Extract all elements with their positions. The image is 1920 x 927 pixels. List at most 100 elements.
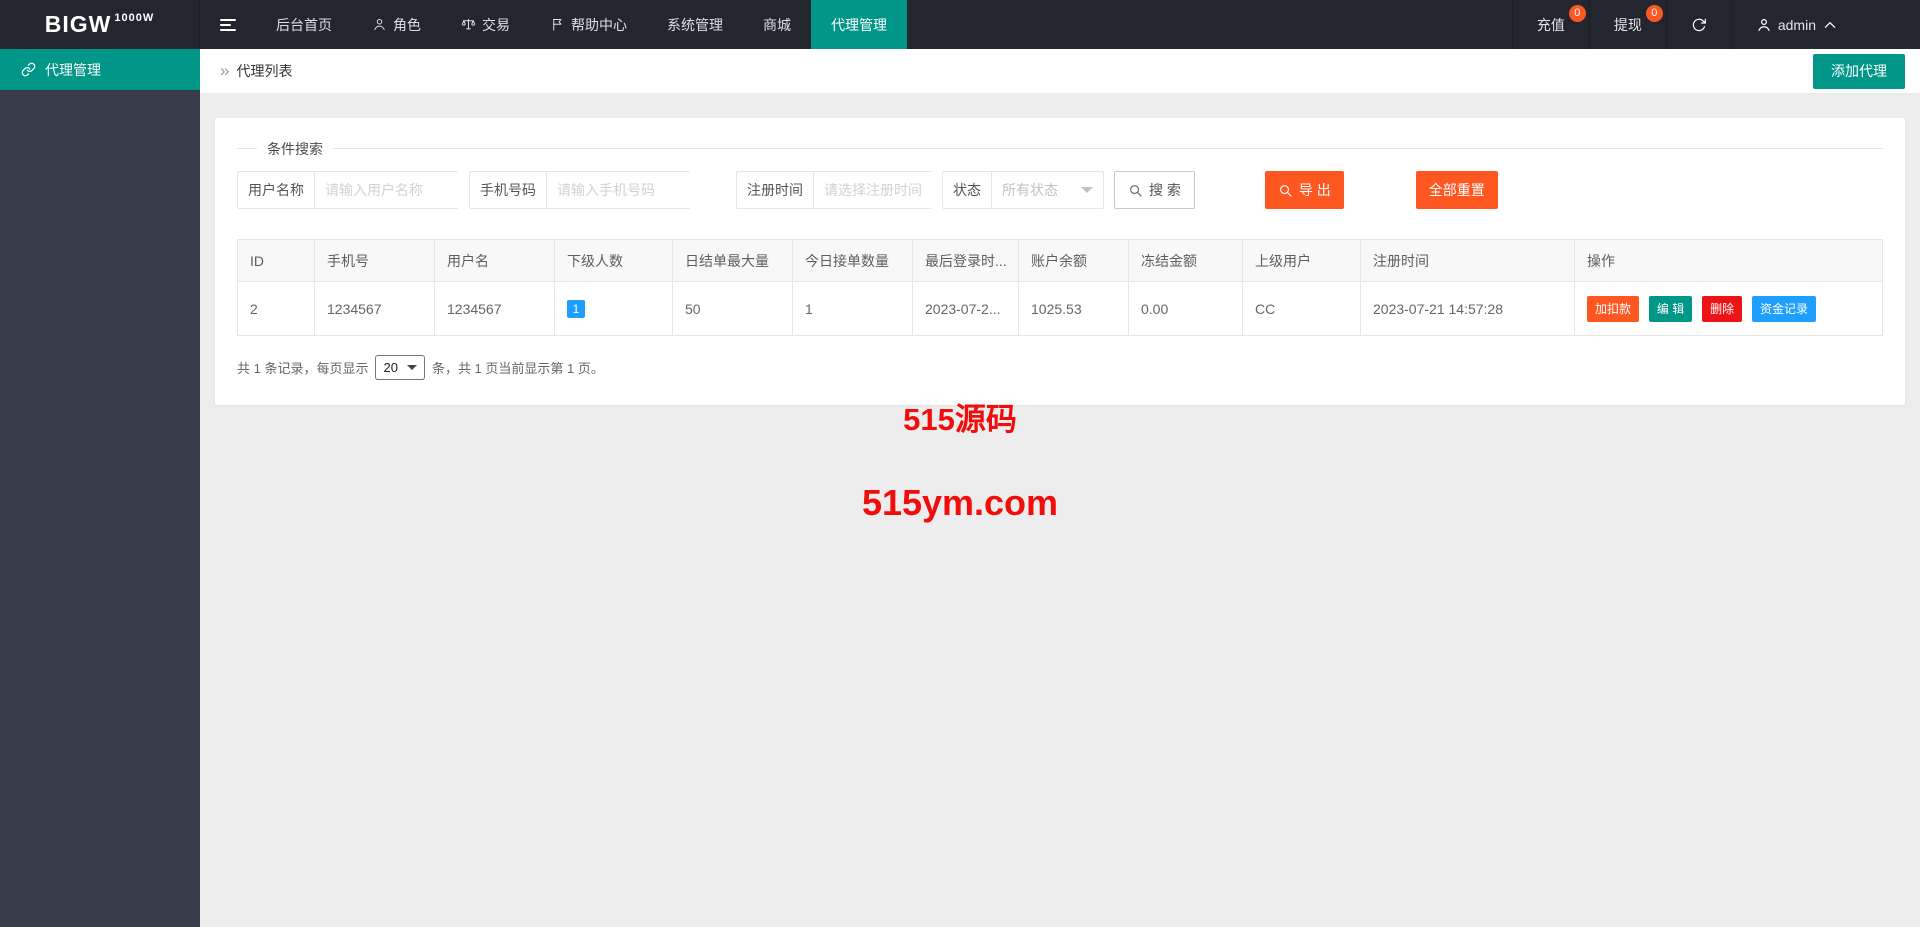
register-time-field-group: 注册时间 [736,171,932,209]
watermark-line2: 515ym.com [861,482,1059,523]
watermark-line1: 515源码 [903,402,1017,437]
withdraw-button[interactable]: 提现 0 [1588,0,1666,49]
sidebar-item-agent-management[interactable]: 代理管理 [0,49,200,90]
hamburger-icon [220,18,236,31]
chevron-down-icon [1081,187,1093,199]
username-input[interactable] [315,172,459,208]
recharge-button[interactable]: 充值 0 [1511,0,1589,49]
cell-daily-max: 50 [672,281,793,336]
export-button[interactable]: 导 出 [1264,171,1344,209]
brand-name: BIGW [44,11,112,37]
cell-frozen: 0.00 [1128,281,1243,336]
col-last-login: 最后登录时... [912,239,1019,282]
username: admin [1777,16,1816,33]
pagination-suffix: 条，共 1 页当前显示第 1 页。 [431,361,604,376]
cell-phone: 1234567 [314,281,435,336]
recharge-badge: 0 [1568,5,1586,22]
nav-item-agent-management[interactable]: 代理管理 [811,0,907,49]
username-field-group: 用户名称 [237,171,459,209]
user-menu[interactable]: admin [1730,0,1862,49]
register-time-field-label: 注册时间 [737,172,814,208]
flag-icon [553,18,562,31]
sidebar-collapse-button[interactable] [200,0,256,49]
row-action-fund-records-button[interactable]: 资金记录 [1752,295,1817,322]
row-action-delete-button[interactable]: 删除 [1702,295,1743,322]
subordinates-count-badge[interactable]: 1 [567,299,585,318]
page-size-select[interactable]: 20 [375,355,425,380]
phone-input[interactable] [547,172,691,208]
reset-button-label: 全部重置 [1428,182,1485,198]
nav-item-dashboard[interactable]: 后台首页 [256,0,352,49]
table-header-row: ID 手机号 用户名 下级人数 日结单最大量 今日接单数量 最后登录时... 账… [237,239,1883,282]
col-balance: 账户余额 [1018,239,1129,282]
cell-subordinates: 1 [554,281,673,336]
search-button-label: 搜 索 [1149,182,1181,198]
user-icon [1758,18,1770,31]
add-agent-button[interactable]: 添加代理 [1813,53,1905,89]
phone-field-label: 手机号码 [470,172,547,208]
nav-item-mall[interactable]: 商城 [743,0,811,49]
status-field-label: 状态 [943,172,992,208]
refresh-button[interactable] [1665,0,1731,49]
withdraw-badge: 0 [1645,5,1663,22]
status-field-group: 状态 所有状态 [942,171,1104,209]
nav-item-trade[interactable]: 交易 [441,0,530,49]
brand-superscript: 1000W [114,11,155,24]
col-subordinates: 下级人数 [554,239,673,282]
page-size-value: 20 [383,360,398,375]
col-daily-max: 日结单最大量 [672,239,793,282]
export-button-label: 导 出 [1298,182,1331,198]
col-parent-user: 上级用户 [1242,239,1361,282]
pagination-bar: 共 1 条记录，每页显示 20 条，共 1 页当前显示第 1 页。 [237,355,1883,380]
breadcrumb-arrows-icon: » [220,61,230,80]
search-fieldset: 条件搜索 [237,139,1883,159]
nav-label: 商城 [763,16,791,33]
username-field-label: 用户名称 [238,172,315,208]
status-select-value: 所有状态 [1002,182,1058,198]
search-icon [1130,184,1142,197]
cell-today-orders: 1 [792,281,913,336]
search-icon [1280,184,1292,197]
cell-balance: 1025.53 [1018,281,1129,336]
nav-label: 系统管理 [667,16,723,33]
cell-last-login: 2023-07-2... [912,281,1019,336]
nav-item-roles[interactable]: 角色 [352,0,441,49]
chevron-down-icon [406,364,417,375]
brand-logo: BIGW 1000W [0,0,200,49]
user-icon [374,18,385,30]
breadcrumb: 代理列表 [236,63,293,79]
link-icon [21,62,36,77]
row-action-adjust-funds-button[interactable]: 加扣款 [1587,295,1640,322]
cell-parent-user: CC [1242,281,1361,336]
agent-table: ID 手机号 用户名 下级人数 日结单最大量 今日接单数量 最后登录时... 账… [237,239,1883,336]
sidebar-item-label: 代理管理 [45,61,101,78]
nav-label: 帮助中心 [571,16,627,33]
nav-label: 角色 [393,16,421,33]
nav-item-help-center[interactable]: 帮助中心 [530,0,647,49]
col-register-time: 注册时间 [1360,239,1575,282]
agent-list-card: 条件搜索 用户名称 手机号码 注册时间 状态 所有状态 [215,118,1905,405]
cell-actions: 加扣款 编 辑 删除 资金记录 [1574,281,1883,336]
cell-username: 1234567 [434,281,555,336]
col-today-orders: 今日接单数量 [792,239,913,282]
withdraw-label: 提现 [1613,16,1642,33]
status-select[interactable]: 所有状态 [992,172,1103,208]
search-button[interactable]: 搜 索 [1114,171,1195,209]
row-action-edit-button[interactable]: 编 辑 [1648,295,1693,322]
nav-item-system[interactable]: 系统管理 [647,0,743,49]
breadcrumb-toolbar: » 代理列表 添加代理 [200,49,1920,94]
pagination-prefix: 共 1 条记录，每页显示 [237,361,369,376]
search-form: 用户名称 手机号码 注册时间 状态 所有状态 [237,171,1883,209]
nav-label: 后台首页 [276,16,332,33]
col-id: ID [237,239,315,282]
reset-all-button[interactable]: 全部重置 [1415,171,1498,209]
recharge-label: 充值 [1536,16,1565,33]
col-frozen: 冻结金额 [1128,239,1243,282]
cell-register-time: 2023-07-21 14:57:28 [1360,281,1575,336]
phone-field-group: 手机号码 [469,171,691,209]
cell-id: 2 [237,281,315,336]
nav-label: 交易 [482,16,510,33]
nav-label: 代理管理 [831,16,887,33]
agent-management-page: BIGW 1000W 后台首页 角色 交易 帮助中心 系统管理 商城 代理管理 … [0,0,1920,927]
register-time-input[interactable] [814,172,932,208]
